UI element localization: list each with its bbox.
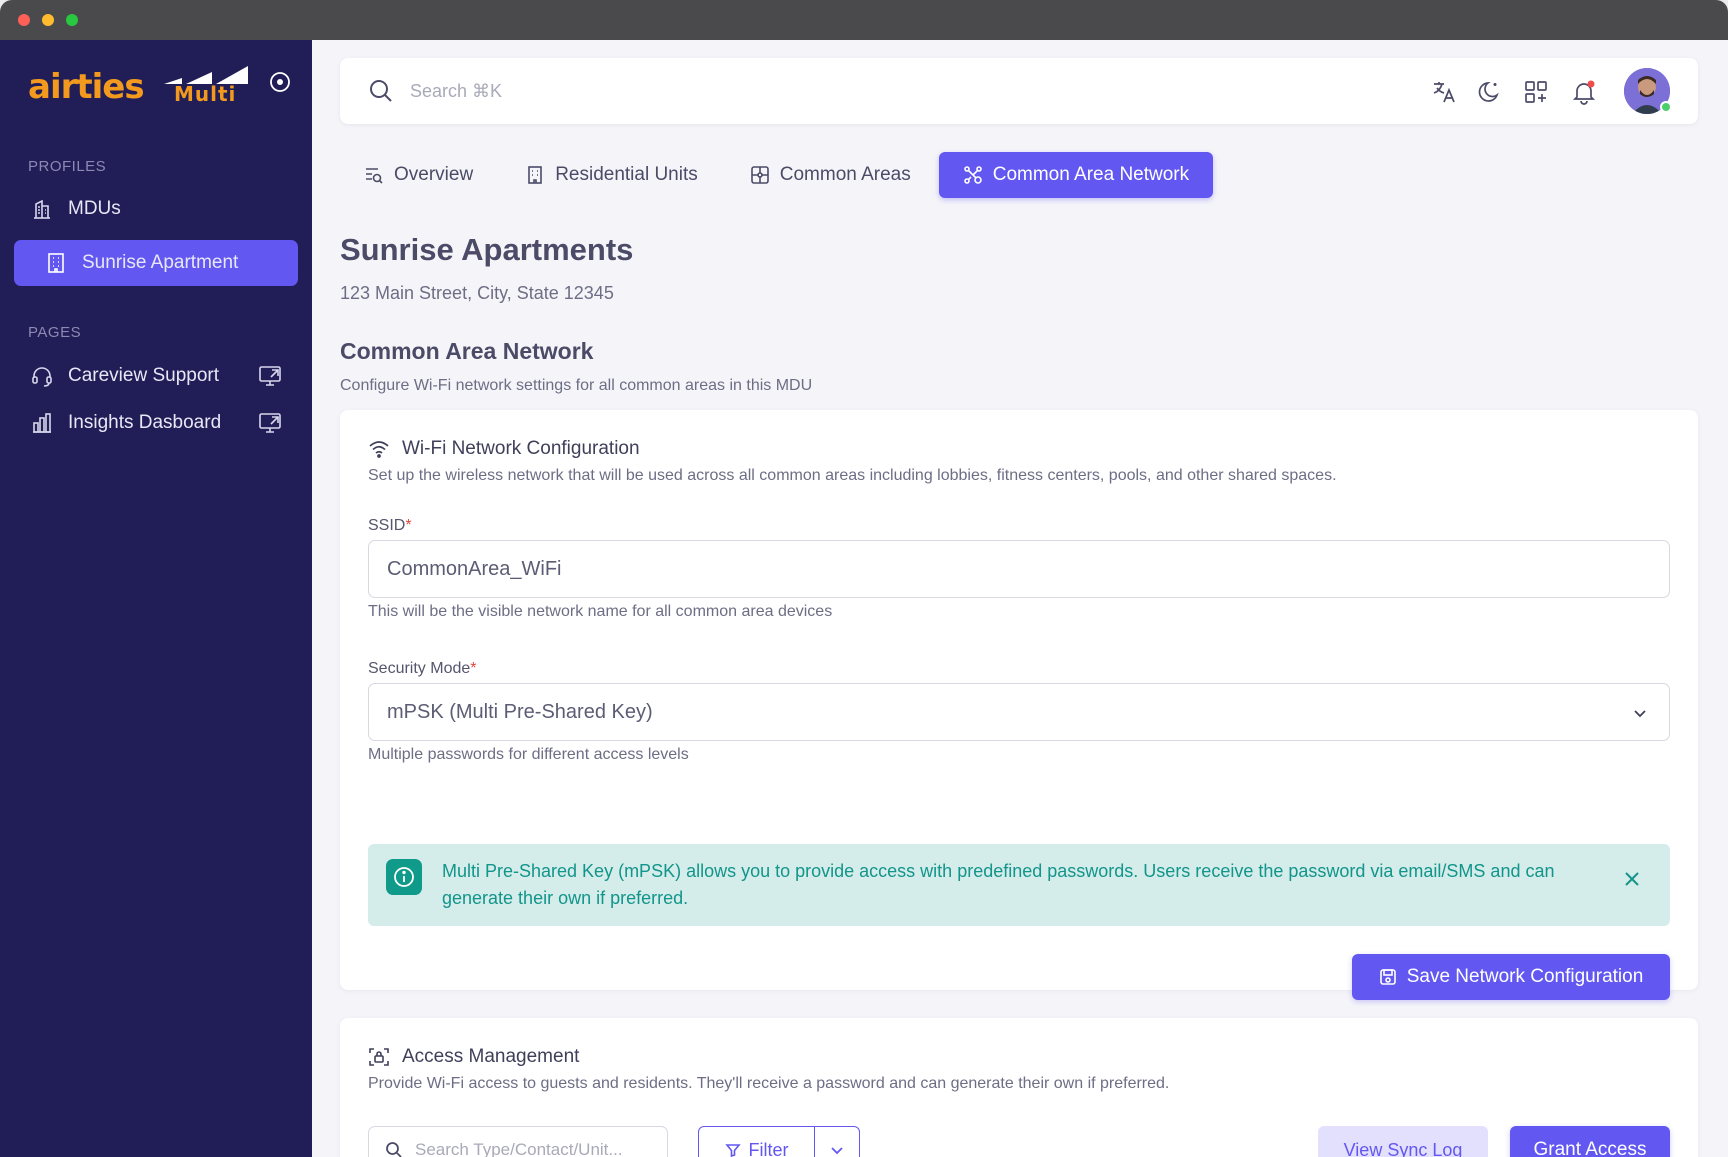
wifi-card-title: Wi-Fi Network Configuration: [402, 438, 640, 459]
building-icon: [30, 197, 54, 221]
access-card-header: Access Management: [368, 1046, 579, 1068]
sidebar: airties Multi PROFILES MDUs Sunrise Apar…: [0, 40, 312, 1157]
security-mode-helper-text: Multiple passwords for different access …: [368, 746, 689, 763]
external-link-icon: [259, 413, 281, 433]
window-titlebar: [0, 0, 1728, 40]
tab-label: Common Areas: [779, 164, 911, 185]
bell-icon[interactable]: [1570, 78, 1598, 106]
tab-residential-units[interactable]: Residential Units: [501, 152, 722, 198]
sidebar-item-mdus[interactable]: MDUs: [14, 186, 298, 232]
tab-label: Common Area Network: [992, 164, 1190, 185]
section-title: Common Area Network: [340, 338, 594, 364]
wifi-config-card: Wi-Fi Network Configuration Set up the w…: [340, 410, 1698, 1000]
filter-button-group: Filter: [698, 1126, 860, 1157]
external-link-icon: [259, 366, 281, 386]
sidebar-item-label: Sunrise Apartment: [82, 252, 239, 273]
access-card-subtitle: Provide Wi-Fi access to guests and resid…: [368, 1075, 1170, 1092]
headset-icon: [30, 364, 54, 388]
profiles-section-label: PROFILES: [28, 158, 107, 175]
page-tabs: Overview Residential Units Common Areas …: [340, 152, 1217, 198]
access-search-input[interactable]: [415, 1140, 655, 1157]
wifi-icon: [368, 439, 390, 459]
tab-label: Residential Units: [555, 164, 698, 185]
network-icon: [963, 165, 983, 185]
apartment-icon: [44, 251, 68, 275]
filter-dropdown-toggle[interactable]: [815, 1127, 859, 1157]
section-description: Configure Wi-Fi network settings for all…: [340, 377, 813, 394]
access-search-field[interactable]: [368, 1126, 668, 1157]
global-search-input[interactable]: [410, 76, 1010, 106]
translate-icon[interactable]: [1430, 78, 1458, 106]
close-window-button[interactable]: [18, 14, 30, 26]
access-management-card: Access Management Provide Wi-Fi access t…: [340, 1018, 1698, 1157]
access-card-title: Access Management: [402, 1046, 580, 1067]
ssid-label: SSID*: [368, 517, 412, 534]
alert-message: Multi Pre-Shared Key (mPSK) allows you t…: [442, 861, 1555, 908]
sidebar-item-label: MDUs: [68, 198, 121, 219]
sidebar-item-insights-dashboard[interactable]: Insights Dasboard: [14, 400, 298, 446]
page-title: Sunrise Apartments: [340, 232, 634, 267]
security-mode-label: Security Mode*: [368, 660, 477, 677]
tab-overview[interactable]: Overview: [340, 152, 497, 198]
access-scan-icon: [368, 1046, 390, 1068]
grant-access-button[interactable]: Grant Access: [1510, 1126, 1670, 1157]
sidebar-collapse-button[interactable]: [268, 70, 292, 94]
ssid-helper-text: This will be the visible network name fo…: [368, 603, 833, 620]
maximize-window-button[interactable]: [66, 14, 78, 26]
sidebar-item-sunrise-apartment[interactable]: Sunrise Apartment: [14, 240, 298, 286]
mpsk-info-alert: Multi Pre-Shared Key (mPSK) allows you t…: [368, 844, 1670, 926]
sidebar-item-label: Careview Support: [68, 365, 220, 386]
chevron-down-icon: [831, 1147, 843, 1155]
filter-label: Filter: [748, 1139, 789, 1157]
sidebar-item-label: Insights Dasboard: [68, 412, 222, 433]
brand-logo[interactable]: airties Multi: [28, 62, 248, 112]
wifi-card-header: Wi-Fi Network Configuration: [368, 438, 640, 460]
brand-name: airties: [28, 67, 145, 107]
filter-button[interactable]: Filter: [699, 1127, 815, 1157]
save-button-label: Save Network Configuration: [1406, 966, 1644, 987]
sidebar-item-careview-support[interactable]: Careview Support: [14, 353, 298, 399]
pages-section-label: PAGES: [28, 324, 82, 341]
search-icon: [386, 1142, 402, 1157]
close-icon[interactable]: [1620, 867, 1644, 891]
wifi-card-subtitle: Set up the wireless network that will be…: [368, 467, 1337, 484]
property-address: 123 Main Street, City, State 12345: [340, 283, 614, 303]
overview-icon: [364, 165, 384, 185]
save-icon: [1379, 968, 1397, 986]
bar-chart-icon: [30, 411, 54, 435]
main-content: Overview Residential Units Common Areas …: [312, 40, 1728, 1157]
online-status-indicator: [1660, 101, 1672, 113]
search-icon: [370, 80, 392, 102]
brand-sub: Multi: [174, 82, 237, 106]
tab-common-areas[interactable]: Common Areas: [726, 152, 935, 198]
ssid-input[interactable]: [368, 540, 1670, 598]
radio-dot-icon: [270, 72, 290, 92]
save-network-config-button[interactable]: Save Network Configuration: [1352, 954, 1670, 1000]
building-icon: [525, 165, 545, 185]
tab-common-area-network[interactable]: Common Area Network: [938, 152, 1214, 198]
chevron-down-icon: [1634, 710, 1646, 718]
tab-label: Overview: [394, 164, 474, 185]
filter-icon: [724, 1142, 741, 1157]
security-mode-value: mPSK (Multi Pre-Shared Key): [387, 700, 653, 723]
view-sync-log-button[interactable]: View Sync Log: [1318, 1126, 1488, 1157]
common-area-icon: [750, 165, 770, 185]
info-icon: [386, 859, 422, 895]
top-bar: [340, 58, 1698, 124]
security-mode-select[interactable]: mPSK (Multi Pre-Shared Key): [368, 683, 1670, 741]
moon-icon[interactable]: [1476, 78, 1504, 106]
apps-icon[interactable]: [1522, 78, 1550, 106]
minimize-window-button[interactable]: [42, 14, 54, 26]
